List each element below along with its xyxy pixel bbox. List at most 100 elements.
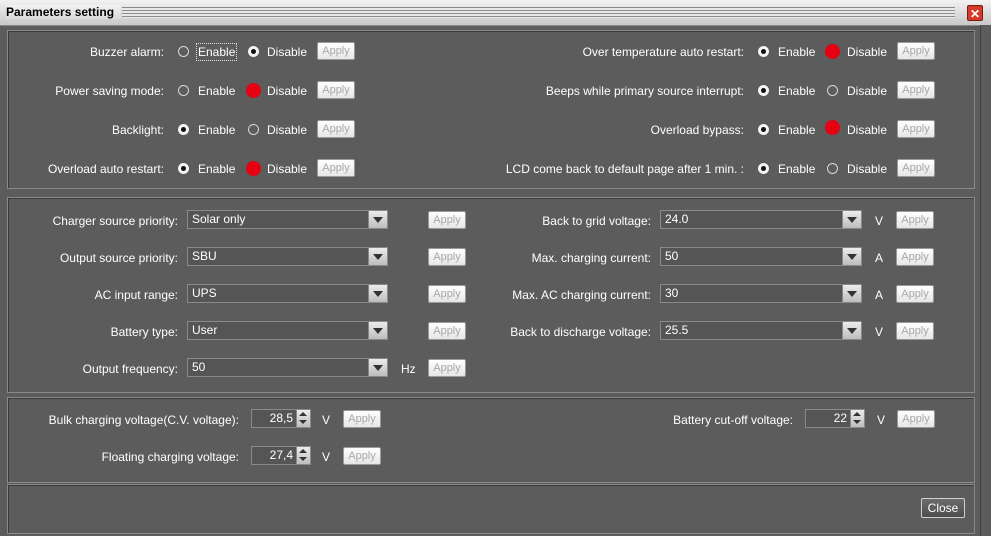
back-to-grid-value: 24.0: [665, 212, 689, 226]
lcd-return-apply-button[interactable]: Apply: [897, 159, 935, 177]
backlight-enable-label[interactable]: Enable: [198, 123, 235, 137]
buzzer-alarm-apply-button[interactable]: Apply: [317, 42, 355, 60]
output-priority-apply-button[interactable]: Apply: [428, 248, 466, 266]
charger-priority-apply-button[interactable]: Apply: [428, 211, 466, 229]
power-saving-label: Power saving mode:: [55, 84, 164, 98]
chevron-down-icon[interactable]: [842, 285, 861, 302]
backlight-enable-radio[interactable]: [178, 124, 189, 135]
power-saving-apply-button[interactable]: Apply: [317, 81, 355, 99]
ac-input-range-label: AC input range:: [94, 288, 178, 302]
title-grip: [122, 7, 955, 18]
spinner-arrows-icon[interactable]: [296, 410, 310, 427]
max-ac-charging-apply-button[interactable]: Apply: [896, 285, 934, 303]
back-to-discharge-apply-button[interactable]: Apply: [896, 322, 934, 340]
overload-restart-disable-label[interactable]: Disable: [267, 162, 307, 176]
buzzer-alarm-enable-label[interactable]: Enable: [195, 43, 238, 61]
beeps-enable-label[interactable]: Enable: [778, 84, 815, 98]
close-icon[interactable]: ✕: [967, 5, 983, 21]
chevron-down-icon[interactable]: [368, 285, 387, 302]
output-frequency-unit: Hz: [401, 362, 416, 376]
red-marker-icon: [825, 44, 840, 59]
power-saving-enable-label[interactable]: Enable: [198, 84, 235, 98]
output-priority-value: SBU: [192, 249, 217, 263]
chevron-down-icon[interactable]: [368, 211, 387, 228]
over-temp-apply-button[interactable]: Apply: [897, 42, 935, 60]
cutoff-voltage-value: 22: [833, 411, 847, 425]
charger-priority-select[interactable]: Solar only: [187, 210, 388, 229]
max-ac-charging-value: 30: [665, 286, 679, 300]
overload-bypass-enable-label[interactable]: Enable: [778, 123, 815, 137]
red-marker-icon: [246, 83, 261, 98]
power-saving-enable-radio[interactable]: [178, 85, 189, 96]
bulk-voltage-stepper[interactable]: 28,5: [251, 409, 311, 428]
max-charging-select[interactable]: 50: [660, 247, 862, 266]
output-priority-select[interactable]: SBU: [187, 247, 388, 266]
back-to-grid-select[interactable]: 24.0: [660, 210, 862, 229]
battery-type-label: Battery type:: [110, 325, 178, 339]
output-priority-label: Output source priority:: [59, 251, 178, 265]
overload-restart-label: Overload auto restart:: [47, 162, 164, 176]
output-frequency-select[interactable]: 50: [187, 358, 388, 377]
floating-voltage-apply-button[interactable]: Apply: [343, 447, 381, 465]
floating-voltage-stepper[interactable]: 27,4: [251, 446, 311, 465]
lcd-return-disable-label[interactable]: Disable: [847, 162, 887, 176]
window-edge: [980, 25, 991, 536]
over-temp-enable-label[interactable]: Enable: [778, 45, 815, 59]
red-marker-icon: [825, 120, 840, 135]
beeps-enable-radio[interactable]: [758, 85, 769, 96]
backlight-disable-label[interactable]: Disable: [267, 123, 307, 137]
max-ac-charging-unit: A: [875, 288, 884, 302]
backlight-apply-button[interactable]: Apply: [317, 120, 355, 138]
spinner-arrows-icon[interactable]: [850, 410, 864, 427]
beeps-apply-button[interactable]: Apply: [897, 81, 935, 99]
bulk-voltage-apply-button[interactable]: Apply: [343, 410, 381, 428]
bulk-voltage-label: Bulk charging voltage(C.V. voltage):: [48, 413, 239, 427]
overload-restart-enable-label[interactable]: Enable: [198, 162, 235, 176]
overload-restart-enable-radio[interactable]: [178, 163, 189, 174]
buzzer-alarm-disable-label[interactable]: Disable: [267, 45, 307, 59]
lcd-return-enable-radio[interactable]: [758, 163, 769, 174]
back-to-grid-apply-button[interactable]: Apply: [896, 211, 934, 229]
backlight-disable-radio[interactable]: [248, 124, 259, 135]
output-frequency-value: 50: [192, 360, 206, 374]
ac-input-range-select[interactable]: UPS: [187, 284, 388, 303]
battery-type-apply-button[interactable]: Apply: [428, 322, 466, 340]
chevron-down-icon[interactable]: [842, 322, 861, 339]
buzzer-alarm-enable-radio[interactable]: [178, 46, 189, 57]
max-charging-label: Max. charging current:: [531, 251, 651, 265]
max-charging-apply-button[interactable]: Apply: [896, 248, 934, 266]
close-button[interactable]: Close: [921, 498, 965, 518]
max-charging-value: 50: [665, 249, 679, 263]
ac-input-range-apply-button[interactable]: Apply: [428, 285, 466, 303]
battery-type-select[interactable]: User: [187, 321, 388, 340]
output-frequency-apply-button[interactable]: Apply: [428, 359, 466, 377]
beeps-disable-radio[interactable]: [827, 85, 838, 96]
overload-bypass-enable-radio[interactable]: [758, 124, 769, 135]
bulk-voltage-value: 28,5: [269, 411, 293, 425]
overload-restart-apply-button[interactable]: Apply: [317, 159, 355, 177]
chevron-down-icon[interactable]: [842, 211, 861, 228]
lcd-return-disable-radio[interactable]: [827, 163, 838, 174]
over-temp-disable-label[interactable]: Disable: [847, 45, 887, 59]
chevron-down-icon[interactable]: [368, 359, 387, 376]
overload-bypass-disable-label[interactable]: Disable: [847, 123, 887, 137]
cutoff-voltage-apply-button[interactable]: Apply: [897, 410, 935, 428]
max-charging-unit: A: [875, 251, 884, 265]
buzzer-alarm-disable-radio[interactable]: [248, 46, 259, 57]
chevron-down-icon[interactable]: [368, 322, 387, 339]
over-temp-enable-radio[interactable]: [758, 46, 769, 57]
chevron-down-icon[interactable]: [842, 248, 861, 265]
power-saving-disable-label[interactable]: Disable: [267, 84, 307, 98]
max-ac-charging-select[interactable]: 30: [660, 284, 862, 303]
back-to-grid-unit: V: [875, 214, 884, 228]
spinner-arrows-icon[interactable]: [296, 447, 310, 464]
back-to-discharge-select[interactable]: 25.5: [660, 321, 862, 340]
chevron-down-icon[interactable]: [368, 248, 387, 265]
cutoff-voltage-stepper[interactable]: 22: [805, 409, 865, 428]
charger-priority-label: Charger source priority:: [52, 214, 178, 228]
overload-bypass-apply-button[interactable]: Apply: [897, 120, 935, 138]
beeps-disable-label[interactable]: Disable: [847, 84, 887, 98]
lcd-return-enable-label[interactable]: Enable: [778, 162, 815, 176]
cutoff-voltage-label: Battery cut-off voltage:: [673, 413, 793, 427]
back-to-grid-label: Back to grid voltage:: [542, 214, 651, 228]
